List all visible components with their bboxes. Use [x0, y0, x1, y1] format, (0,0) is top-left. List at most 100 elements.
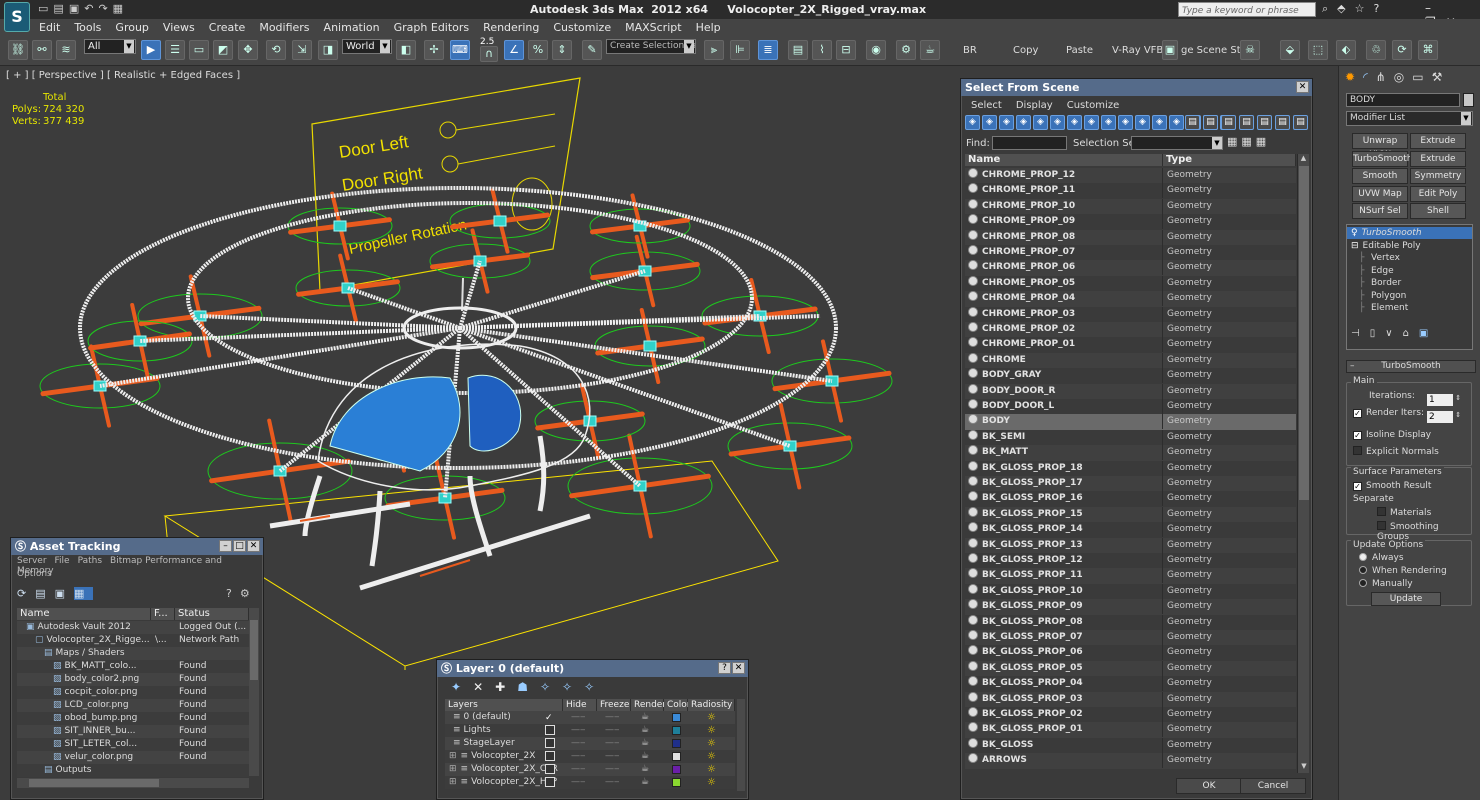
table-row[interactable]: BK_GLOSS_PROP_14 Geometry: [965, 522, 1296, 538]
layer-row[interactable]: ≡0 (default) ✓ —— —— ☕ ☼: [445, 711, 735, 724]
rig-tool-icon[interactable]: ⌘: [1418, 40, 1438, 60]
table-row[interactable]: CHROME_PROP_08 Geometry: [965, 229, 1296, 245]
render-teapot-icon[interactable]: ☕: [641, 776, 655, 789]
list-item[interactable]: ▤ Outputs: [17, 764, 249, 777]
project-folder-icon[interactable]: ▦: [113, 2, 128, 15]
list-view-icon[interactable]: ▤: [35, 587, 54, 600]
display-geometry-icon[interactable]: ◈: [965, 115, 980, 130]
close-icon[interactable]: ✕: [1296, 81, 1309, 93]
filter-toggle-icon[interactable]: ▤: [1275, 115, 1290, 130]
refresh-icon[interactable]: ⟳: [17, 587, 35, 600]
table-row[interactable]: CHROME_PROP_11 Geometry: [965, 183, 1296, 199]
redo-icon[interactable]: ↷: [98, 2, 112, 15]
graphite-ribbon-icon[interactable]: ▤: [788, 40, 808, 60]
modifier-button-uvw-map[interactable]: UVW Map: [1352, 185, 1408, 202]
layer-row[interactable]: ≡StageLayer —— —— ☕ ☼: [445, 737, 735, 750]
object-name-field[interactable]: BODY: [1346, 93, 1460, 107]
manipulate-icon[interactable]: ✢: [424, 40, 444, 60]
schematic-view-icon[interactable]: ⊟: [836, 40, 856, 60]
stack-item[interactable]: ├ Element: [1347, 302, 1472, 314]
align-icon[interactable]: ⊫: [730, 40, 750, 60]
smooth-result-checkbox[interactable]: ✓ Smooth Result: [1353, 481, 1431, 491]
layer-color-swatch[interactable]: [672, 726, 681, 735]
select-object-icon[interactable]: ▶: [141, 40, 161, 60]
bind-space-warp-icon[interactable]: ≋: [56, 40, 76, 60]
help-icon[interactable]: ?: [718, 662, 731, 674]
display-spacewarps-icon[interactable]: ◈: [1050, 115, 1065, 130]
asset-hscrollbar[interactable]: [17, 778, 249, 788]
modifier-button-unwrap-uvw[interactable]: Unwrap UVW: [1352, 133, 1408, 160]
list-item[interactable]: ▢ Volocopter_2X_Rigge... \... Network Path: [17, 634, 249, 647]
layer-row[interactable]: ⊞≡Volocopter_2X_HLP————☕☼: [445, 776, 735, 789]
modifier-list-dropdown[interactable]: Modifier List ▼: [1346, 111, 1473, 126]
table-row[interactable]: ARROWS Geometry: [965, 753, 1296, 769]
hide-toggle[interactable]: ——: [571, 737, 585, 750]
display-groups-icon[interactable]: ◈: [1067, 115, 1082, 130]
expand-layer-icon[interactable]: ⊞: [449, 777, 457, 787]
hierarchy-tab-icon[interactable]: ⋔: [1376, 70, 1394, 84]
modifier-button-extrude[interactable]: Extrude: [1410, 133, 1466, 149]
render-teapot-icon[interactable]: ☕: [641, 724, 655, 737]
layer-row[interactable]: ⊞≡Volocopter_2X —— —— ☕ ☼: [445, 750, 735, 763]
table-row[interactable]: BK_GLOSS_PROP_03 Geometry: [965, 691, 1296, 707]
render-teapot-icon[interactable]: ☕: [641, 750, 655, 763]
table-row[interactable]: BK_GLOSS_PROP_11 Geometry: [965, 568, 1296, 584]
hide-toggle[interactable]: ——: [571, 763, 585, 776]
stack-item[interactable]: ├ Border: [1347, 277, 1472, 289]
render-teapot-icon[interactable]: ☕: [641, 737, 655, 750]
render-iters-checkbox[interactable]: ✓ Render Iters:: [1353, 408, 1424, 418]
layer-manager-dialog[interactable]: Ⓢ Layer: 0 (default) ? ✕ ✦✕✚☗✧✧✧ Layers H…: [436, 659, 749, 800]
dialog-menu-customize[interactable]: Customize: [1067, 100, 1120, 111]
table-row[interactable]: CHROME_PROP_07 Geometry: [965, 245, 1296, 261]
render-frame-icon[interactable]: ☕: [920, 40, 940, 60]
hide-toggle[interactable]: ——: [571, 750, 585, 763]
paste-label[interactable]: Paste: [1066, 45, 1093, 56]
select-and-scale-icon[interactable]: ⇲: [292, 40, 312, 60]
help-icon[interactable]: ?: [1374, 2, 1389, 15]
asset-menu-paths[interactable]: Paths: [78, 556, 102, 566]
window-crossing-icon[interactable]: ◩: [213, 40, 233, 60]
column-header-layers[interactable]: Layers: [445, 699, 563, 711]
modifier-button-symmetry[interactable]: Symmetry: [1410, 168, 1466, 184]
list-item[interactable]: ▤ Maps / Shaders: [17, 647, 249, 660]
table-row[interactable]: BK_GLOSS_PROP_02 Geometry: [965, 707, 1296, 723]
asset-scrollbar[interactable]: [249, 608, 259, 776]
list-item[interactable]: ▧ SIT_LETER_col... Found: [17, 738, 249, 751]
table-row[interactable]: CHROME_PROP_12 Geometry: [965, 168, 1296, 184]
sync-selection-icon[interactable]: ▤: [1221, 115, 1236, 130]
search-icon[interactable]: ⌕: [1322, 2, 1337, 15]
table-view-icon[interactable]: ▦: [74, 587, 94, 600]
display-hidden-icon[interactable]: ◈: [1152, 115, 1167, 130]
unlink-icon[interactable]: ⚯: [32, 40, 52, 60]
menu-item-edit[interactable]: Edit: [32, 19, 67, 36]
table-row[interactable]: CHROME_PROP_01 Geometry: [965, 337, 1296, 353]
display-bones-icon[interactable]: ◈: [1101, 115, 1116, 130]
scrollbar-thumb[interactable]: [250, 620, 258, 680]
when-rendering-radio[interactable]: When Rendering: [1359, 566, 1447, 576]
select-by-name-icon[interactable]: ☰: [165, 40, 185, 60]
stack-item[interactable]: ♀ TurboSmooth: [1347, 227, 1472, 239]
pin-stack-icon[interactable]: ⊣: [1351, 328, 1370, 339]
dialog-title[interactable]: Select From Scene: [961, 79, 1312, 96]
render-teapot-icon[interactable]: ☕: [641, 711, 655, 724]
select-none-icon[interactable]: ▤: [1185, 115, 1200, 130]
close-icon[interactable]: ✕: [247, 540, 260, 552]
menu-item-customize[interactable]: Customize: [546, 19, 618, 36]
table-row[interactable]: CHROME_PROP_09 Geometry: [965, 214, 1296, 230]
utilities-tab-icon[interactable]: ⚒: [1432, 70, 1451, 84]
layer-color-swatch[interactable]: [672, 765, 681, 774]
table-row[interactable]: CHROME_PROP_06 Geometry: [965, 260, 1296, 276]
select-and-move-icon[interactable]: ✥: [238, 40, 258, 60]
select-from-scene-dialog[interactable]: Select From Scene ✕ Select Display Customi…: [960, 78, 1313, 800]
skull-icon[interactable]: ☠: [1240, 40, 1260, 60]
list-item[interactable]: ▧ obod_bump.png Found: [17, 712, 249, 725]
remove-modifier-icon[interactable]: ⌂: [1403, 328, 1419, 339]
table-row[interactable]: BK_GLOSS_PROP_13 Geometry: [965, 537, 1296, 553]
copy-label[interactable]: Copy: [1013, 45, 1038, 56]
save-icon[interactable]: ▣: [69, 2, 84, 15]
select-and-rotate-icon[interactable]: ⟲: [266, 40, 286, 60]
menu-item-graph-editors[interactable]: Graph Editors: [387, 19, 477, 36]
radiosity-icon[interactable]: ☼: [707, 750, 721, 763]
layer-scrollbar[interactable]: [737, 699, 745, 791]
menu-item-group[interactable]: Group: [108, 19, 156, 36]
